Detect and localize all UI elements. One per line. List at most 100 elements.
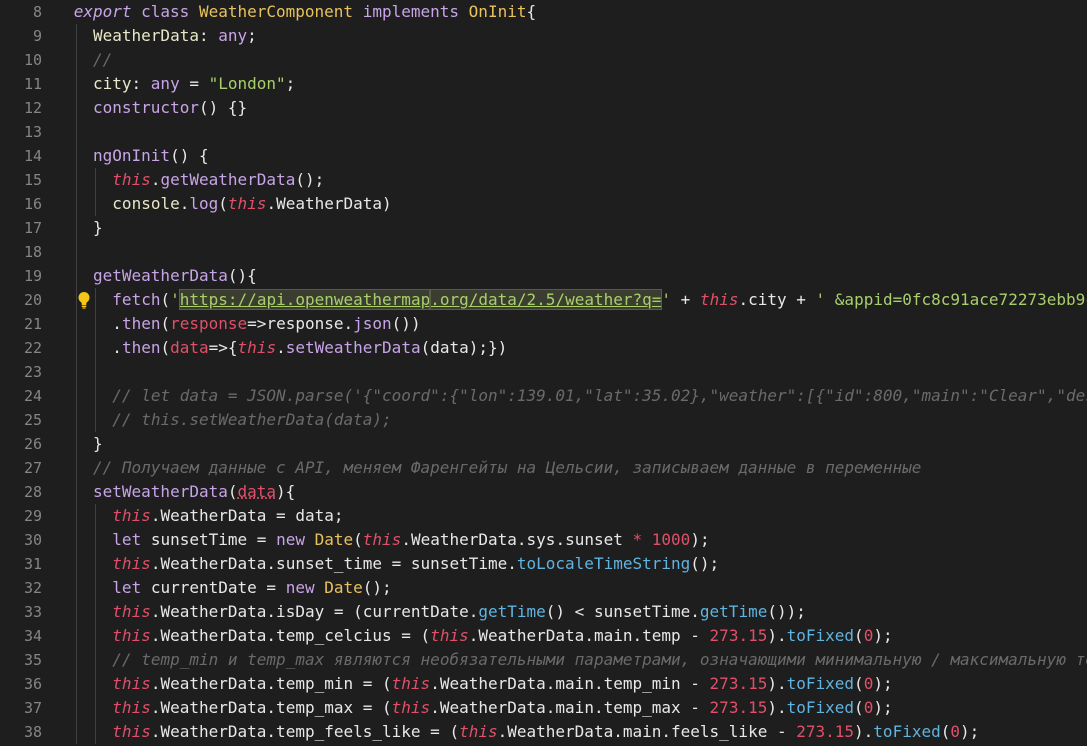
code-line[interactable]: 26} (0, 432, 1087, 456)
indent-guide (95, 336, 97, 360)
code-line[interactable]: 11 city: any = "London"; (0, 72, 1087, 96)
code-line[interactable]: 24 // let data = JSON.parse('{"coord":{"l… (0, 384, 1087, 408)
indent-guide (95, 408, 97, 432)
code-text: // Получаем данные с API, меняем Фаренге… (93, 456, 921, 480)
code-text: let currentDate = new Date(); (112, 576, 391, 600)
code-token: this (112, 554, 151, 573)
code-editor[interactable]: 8 export class WeatherComponent implement… (0, 0, 1087, 746)
code-token: 0 (863, 674, 874, 693)
line-number: 16 (23, 195, 42, 213)
code-line[interactable]: 17} (0, 216, 1087, 240)
indent-guide (95, 504, 97, 528)
code-token: } (93, 434, 103, 453)
code-token: this (112, 602, 151, 621)
code-text: // this.setWeatherData(data); (112, 408, 391, 432)
line-number: 32 (23, 579, 42, 597)
code-token: this (227, 194, 267, 213)
code-line[interactable]: 34 this.WeatherData.temp_celcius = (this.… (0, 624, 1087, 648)
code-line[interactable]: 30 let sunsetTime = new Date(this.Weather… (0, 528, 1087, 552)
line-number: 27 (23, 459, 42, 477)
code-line[interactable]: 15 this.getWeatherData(); (0, 168, 1087, 192)
code-token: toFixed (873, 722, 941, 741)
code-token: = (179, 74, 209, 93)
code-token: toFixed (786, 698, 855, 717)
code-token: this (112, 170, 151, 189)
code-token: Date (314, 530, 354, 549)
code-token: .WeatherData) (266, 194, 392, 213)
code-token: 273.15 (796, 722, 855, 741)
line-number: 35 (23, 651, 42, 669)
code-line[interactable]: 9 WeatherData: any; (0, 24, 1087, 48)
indent-guide (76, 144, 77, 168)
line-number: 18 (23, 243, 42, 261)
indent-guide (76, 48, 77, 72)
code-token: new (285, 578, 315, 597)
code-line[interactable]: 8 export class WeatherComponent implement… (0, 0, 1087, 24)
code-line[interactable]: 37 this.WeatherData.temp_max = (this.Weat… (0, 696, 1087, 720)
code-token: ). (854, 722, 874, 741)
code-token: this (699, 290, 739, 309)
indent-guide (95, 360, 97, 384)
code-token: : (131, 74, 151, 93)
line-number: 13 (23, 123, 42, 141)
code-line[interactable]: 31 this.WeatherData.sunset_time = sunsetT… (0, 552, 1087, 576)
code-token: (); (690, 554, 720, 573)
code-token: . (179, 194, 190, 213)
code-token: (){ (227, 266, 257, 285)
code-line[interactable]: 12 constructor() {} (0, 96, 1087, 120)
code-line[interactable]: 23 (0, 360, 1087, 384)
code-token: (); (295, 170, 325, 189)
code-text: this.WeatherData.temp_max = (this.Weathe… (112, 696, 892, 720)
indent-guide (76, 624, 77, 648)
code-token: () {} (198, 98, 248, 117)
code-token: .WeatherData = data; (150, 506, 344, 525)
indent-guide (95, 192, 97, 216)
code-token: response (170, 314, 248, 333)
code-line[interactable]: 29 this.WeatherData = data; (0, 504, 1087, 528)
line-number: 26 (23, 435, 42, 453)
code-token: // let data = JSON.parse('{"coord":{"lon… (112, 386, 1087, 405)
code-text: WeatherData: any; (93, 24, 257, 48)
code-line[interactable]: 28 setWeatherData(data){ (0, 480, 1087, 504)
code-line[interactable]: 10 // (0, 48, 1087, 72)
line-number: 34 (23, 627, 42, 645)
code-line[interactable]: 32 let currentDate = new Date(); (0, 576, 1087, 600)
code-token: ( (940, 722, 951, 741)
code-line[interactable]: 13 (0, 120, 1087, 144)
code-token: json (353, 314, 392, 333)
indent-guide (95, 576, 97, 600)
lightbulb-icon[interactable] (77, 291, 91, 309)
code-line[interactable]: 14 ngOnInit() { (0, 144, 1087, 168)
code-token: export (73, 2, 132, 21)
code-line[interactable]: 20 fetch('https://api.openweathermap.org/… (0, 288, 1087, 312)
code-token: log (189, 194, 219, 213)
code-line[interactable]: 36 this.WeatherData.temp_min = (this.Weat… (0, 672, 1087, 696)
code-line[interactable]: 25 // this.setWeatherData(data); (0, 408, 1087, 432)
code-token: WeatherData (93, 26, 199, 45)
code-line[interactable]: 35 // temp_min и temp_max являются необяз… (0, 648, 1087, 672)
line-number: 9 (32, 27, 42, 45)
indent-guide (76, 24, 77, 48)
code-line[interactable]: 16 console.log(this.WeatherData) (0, 192, 1087, 216)
code-line[interactable]: 33 this.WeatherData.isDay = (currentDate.… (0, 600, 1087, 624)
code-token: // this.setWeatherData(data); (112, 410, 392, 429)
code-text: } (93, 432, 103, 456)
code-line[interactable]: 38 this.WeatherData.temp_feels_like = (th… (0, 720, 1087, 744)
indent-guide (95, 552, 97, 576)
line-number: 14 (23, 147, 42, 165)
code-token: console (112, 194, 180, 213)
code-token: ); (873, 626, 893, 645)
code-line[interactable]: 22 .then(data=>{this.setWeatherData(data)… (0, 336, 1087, 360)
code-token: // temp_min и temp_max являются необязат… (112, 650, 1087, 669)
code-token: implements (362, 2, 460, 21)
code-token: . (343, 314, 354, 333)
code-token: city (93, 74, 132, 93)
code-line[interactable]: 18 (0, 240, 1087, 264)
code-line[interactable]: 27 // Получаем данные с API, меняем Фарен… (0, 456, 1087, 480)
code-line[interactable]: 19 getWeatherData(){ (0, 264, 1087, 288)
code-token: ' &appid=0fc8c91ace72273ebb9c (815, 290, 1087, 309)
code-token: 0 (863, 698, 874, 717)
code-line[interactable]: 21 .then(response=>response.json()) (0, 312, 1087, 336)
